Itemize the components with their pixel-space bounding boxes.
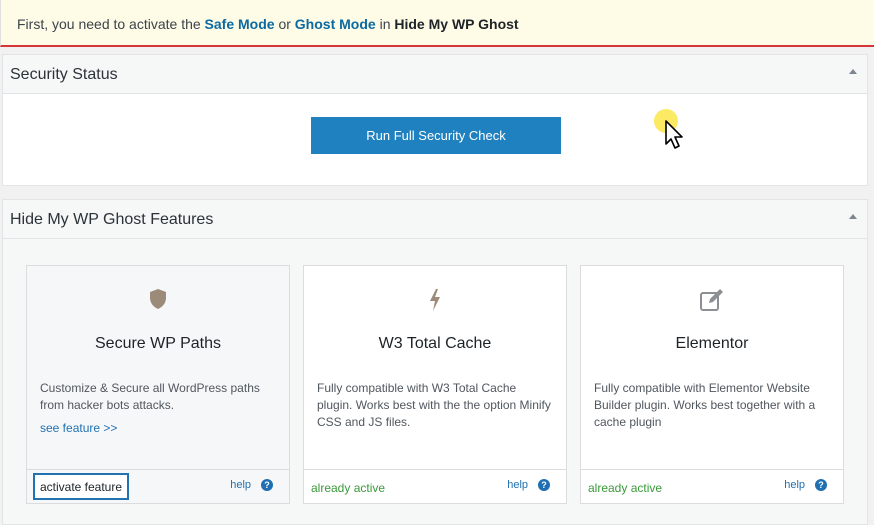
help-link[interactable]: help — [784, 479, 805, 491]
see-feature-link[interactable]: see feature >> — [40, 421, 117, 435]
feature-card-w3-total-cache: W3 Total Cache Fully compatible with W3 … — [303, 265, 567, 504]
feature-card-footer: already active help ? — [304, 469, 566, 503]
feature-description: Fully compatible with Elementor Website … — [594, 381, 816, 429]
security-status-header[interactable]: Security Status — [3, 55, 867, 94]
shield-icon — [27, 288, 289, 312]
activate-feature-button[interactable]: activate feature — [33, 473, 129, 500]
feature-card-secure-wp-paths: Secure WP Paths Customize & Secure all W… — [26, 265, 290, 504]
already-active-status: already active — [311, 481, 386, 495]
feature-description: Fully compatible with W3 Total Cache plu… — [317, 381, 551, 429]
notice-prefix: First, you need to activate the — [17, 16, 205, 32]
collapse-arrow-icon[interactable] — [849, 69, 857, 74]
notice-plugin-name: Hide My WP Ghost — [394, 16, 519, 32]
question-icon[interactable]: ? — [261, 479, 273, 491]
activation-notice: First, you need to activate the Safe Mod… — [0, 0, 874, 47]
feature-title: Elementor — [675, 335, 749, 352]
feature-title: Secure WP Paths — [95, 335, 221, 352]
help-link[interactable]: help — [230, 479, 251, 491]
features-title: Hide My WP Ghost Features — [10, 211, 214, 228]
notice-or: or — [274, 16, 295, 32]
collapse-arrow-icon[interactable] — [849, 214, 857, 219]
ghost-mode-link[interactable]: Ghost Mode — [295, 16, 376, 32]
feature-card-elementor: Elementor Fully compatible with Elemento… — [580, 265, 844, 504]
features-header[interactable]: Hide My WP Ghost Features — [3, 200, 867, 239]
feature-title: W3 Total Cache — [378, 335, 492, 352]
notice-in: in — [375, 16, 395, 32]
feature-description: Customize & Secure all WordPress paths f… — [40, 381, 260, 412]
question-icon[interactable]: ? — [538, 479, 550, 491]
run-security-check-button[interactable]: Run Full Security Check — [311, 117, 561, 154]
features-panel: Hide My WP Ghost Features Secure WP Path… — [2, 199, 868, 525]
feature-card-footer: activate feature help ? — [27, 469, 289, 503]
security-status-title: Security Status — [10, 66, 118, 83]
edit-icon — [581, 288, 843, 312]
feature-card-footer: already active help ? — [581, 469, 843, 503]
already-active-status: already active — [588, 481, 663, 495]
mouse-cursor-icon — [654, 109, 683, 149]
question-icon[interactable]: ? — [815, 479, 827, 491]
help-link[interactable]: help — [507, 479, 528, 491]
safe-mode-link[interactable]: Safe Mode — [205, 16, 275, 32]
bolt-icon — [304, 288, 566, 312]
security-status-panel: Security Status Run Full Security Check — [2, 54, 868, 186]
